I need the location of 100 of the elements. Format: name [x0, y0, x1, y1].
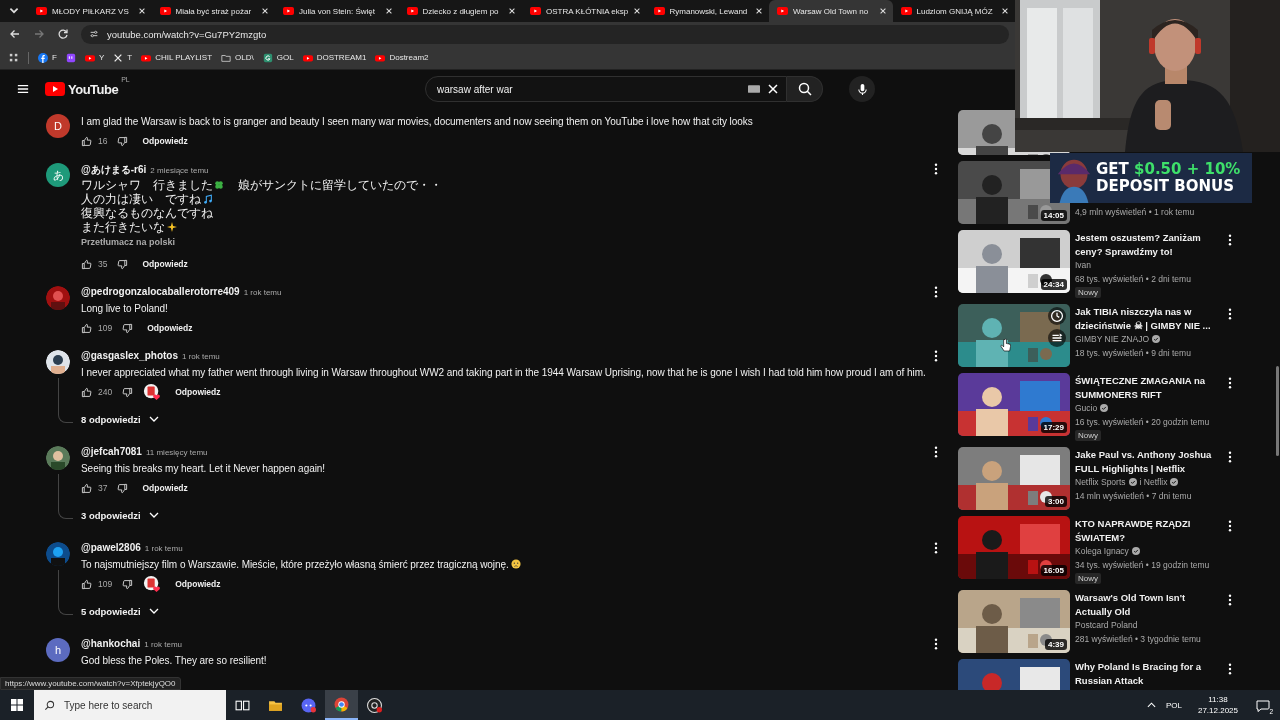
more-icon[interactable] [934, 638, 938, 650]
more-icon[interactable] [1228, 594, 1232, 606]
search-field[interactable]: warsaw after war [425, 76, 787, 102]
dislike-icon[interactable] [122, 578, 134, 590]
url-text[interactable]: youtube.com/watch?v=Gu7PY2mzgto [107, 28, 267, 40]
like-icon[interactable] [81, 258, 92, 270]
comment-time[interactable]: 1 rok temu [243, 288, 282, 297]
bookmark-label[interactable]: GOL [276, 53, 294, 62]
tray-expand-icon[interactable] [1146, 702, 1156, 708]
browser-tab[interactable]: Rymanowski, Lewand [645, 0, 769, 22]
start-icon[interactable] [11, 699, 23, 711]
close-icon[interactable] [633, 7, 642, 15]
add-to-queue-icon[interactable] [1048, 329, 1066, 347]
chevron-down-icon[interactable] [148, 608, 159, 614]
chevron-down-icon[interactable] [148, 416, 159, 422]
bookmark[interactable]: GOL [262, 52, 294, 63]
clock-date[interactable]: 27.12.2025 [1197, 705, 1238, 716]
comment-time[interactable]: 1 rok temu [144, 640, 182, 649]
replies-toggle[interactable]: 3 odpowiedzi [81, 507, 159, 523]
language-indicator[interactable]: POL [1165, 700, 1182, 710]
bookmark[interactable]: Dostream2 [375, 52, 429, 63]
close-icon[interactable] [261, 7, 269, 15]
channel-name[interactable]: Ivan [1075, 260, 1092, 270]
clock-time[interactable]: 11:38 [1208, 694, 1228, 705]
forward-icon[interactable] [33, 28, 45, 40]
channel-name[interactable]: Netflix Sports [1075, 477, 1126, 487]
bookmark-label[interactable]: T [127, 53, 133, 62]
close-icon[interactable] [137, 7, 146, 15]
bookmark[interactable] [65, 52, 76, 63]
more-icon[interactable] [1228, 377, 1232, 389]
like-icon[interactable] [81, 386, 92, 398]
apps-grid-icon[interactable] [9, 52, 19, 63]
replies-toggle[interactable]: 8 odpowiedzi [81, 411, 159, 427]
video-title[interactable]: KTO NAPRAWDĘ RZĄDZI ŚWIATEM? [1075, 517, 1191, 544]
video-title[interactable]: ŚWIĄTECZNE ZMAGANIA na SUMMONERS RIFT [1075, 374, 1205, 401]
microphone-icon[interactable] [856, 82, 868, 96]
browser-tab[interactable]: OSTRA KŁÓTNIA eksp [522, 0, 646, 22]
like-icon[interactable] [81, 578, 92, 590]
browser-tab[interactable]: Miała być straż pożar [151, 0, 275, 22]
site-settings-icon[interactable] [89, 29, 99, 39]
reply-button[interactable]: Odpowiedz [142, 483, 188, 493]
bookmark-label[interactable]: OLD\ [235, 53, 254, 62]
translate-link[interactable]: Przetłumacz na polski [81, 237, 940, 251]
comment-time[interactable]: 1 rok temu [144, 544, 183, 553]
reload-icon[interactable] [57, 28, 69, 40]
browser-tab[interactable]: MŁODY PIŁKARZ VS [28, 0, 152, 22]
close-icon[interactable] [508, 7, 516, 15]
video-title[interactable]: Jestem oszustem? Zaniżam ceny? Sprawdźmy to! [1075, 231, 1201, 258]
browser-icon[interactable] [334, 696, 349, 712]
search-icon[interactable] [797, 82, 812, 96]
watch-later-icon[interactable] [1048, 307, 1066, 325]
video-title[interactable]: Jake Paul vs. Anthony Joshua FULL Highlights | Netflix [1075, 448, 1212, 475]
comment-time[interactable]: 2 miesiące temu [150, 166, 209, 175]
voice-search-button[interactable] [849, 76, 875, 102]
bookmark[interactable]: OLD\ [221, 52, 254, 63]
reply-button[interactable]: Odpowiedz [147, 323, 193, 333]
menu-icon[interactable] [17, 83, 29, 95]
bookmark[interactable]: DOSTREAM1 [302, 52, 367, 63]
search-placeholder[interactable]: Type here to search [64, 699, 153, 711]
dislike-icon[interactable] [122, 322, 134, 334]
reply-button[interactable]: Odpowiedz [142, 136, 188, 146]
taskbar-app[interactable] [325, 690, 358, 720]
bookmark-label[interactable]: DOSTREAM1 [316, 53, 367, 62]
like-icon[interactable] [81, 135, 92, 147]
scrollbar-thumb[interactable] [1276, 366, 1279, 456]
more-icon[interactable] [934, 163, 938, 175]
more-icon[interactable] [934, 350, 938, 362]
browser-tab[interactable]: Dziecko z długiem po [398, 0, 522, 22]
bookmark-label[interactable]: Dostream2 [389, 53, 429, 62]
dislike-icon[interactable] [122, 386, 134, 398]
browser-tab[interactable]: Julia von Stein: Święt [275, 0, 399, 22]
dislike-icon[interactable] [117, 258, 129, 270]
more-icon[interactable] [934, 542, 938, 554]
reply-button[interactable]: Odpowiedz [142, 259, 188, 269]
video-title[interactable]: Why Poland Is Bracing for a Russian Attack [1075, 660, 1202, 687]
channel-name[interactable]: Gucio [1075, 403, 1098, 413]
channel-name[interactable]: Kolega Ignacy [1075, 546, 1129, 556]
close-icon[interactable] [384, 7, 393, 15]
taskbar-search-field[interactable]: Type here to search [34, 690, 226, 720]
reply-button[interactable]: Odpowiedz [175, 387, 221, 397]
replies-toggle[interactable]: 5 odpowiedzi [81, 603, 159, 619]
comment-author[interactable]: @jefcah7081 [81, 446, 142, 457]
back-icon[interactable] [9, 28, 21, 40]
channel-name[interactable]: GIMBY NIE ZNAJO [1075, 334, 1149, 344]
comment-author[interactable]: @あけまる-r6i [81, 163, 147, 177]
comment-time[interactable]: 11 miesięcy temu [145, 448, 208, 457]
more-icon[interactable] [1228, 308, 1232, 320]
clear-icon[interactable] [768, 84, 778, 94]
like-icon[interactable] [81, 322, 92, 334]
more-icon[interactable] [934, 446, 938, 458]
more-icon[interactable] [934, 286, 938, 298]
bookmark[interactable]: Y [84, 52, 105, 63]
browser-tab[interactable]: Ludziom GNIJĄ MÓZ [892, 0, 1015, 22]
logo-text[interactable]: YouTube [68, 81, 119, 97]
bookmark-label[interactable]: CHIL PLAYLIST [155, 53, 213, 62]
more-icon[interactable] [1228, 451, 1232, 463]
comment-author[interactable]: @pedrogonzalocaballerotorre409 [81, 286, 240, 297]
like-icon[interactable] [81, 482, 92, 494]
search-button[interactable] [787, 76, 823, 102]
dislike-icon[interactable] [117, 482, 129, 494]
